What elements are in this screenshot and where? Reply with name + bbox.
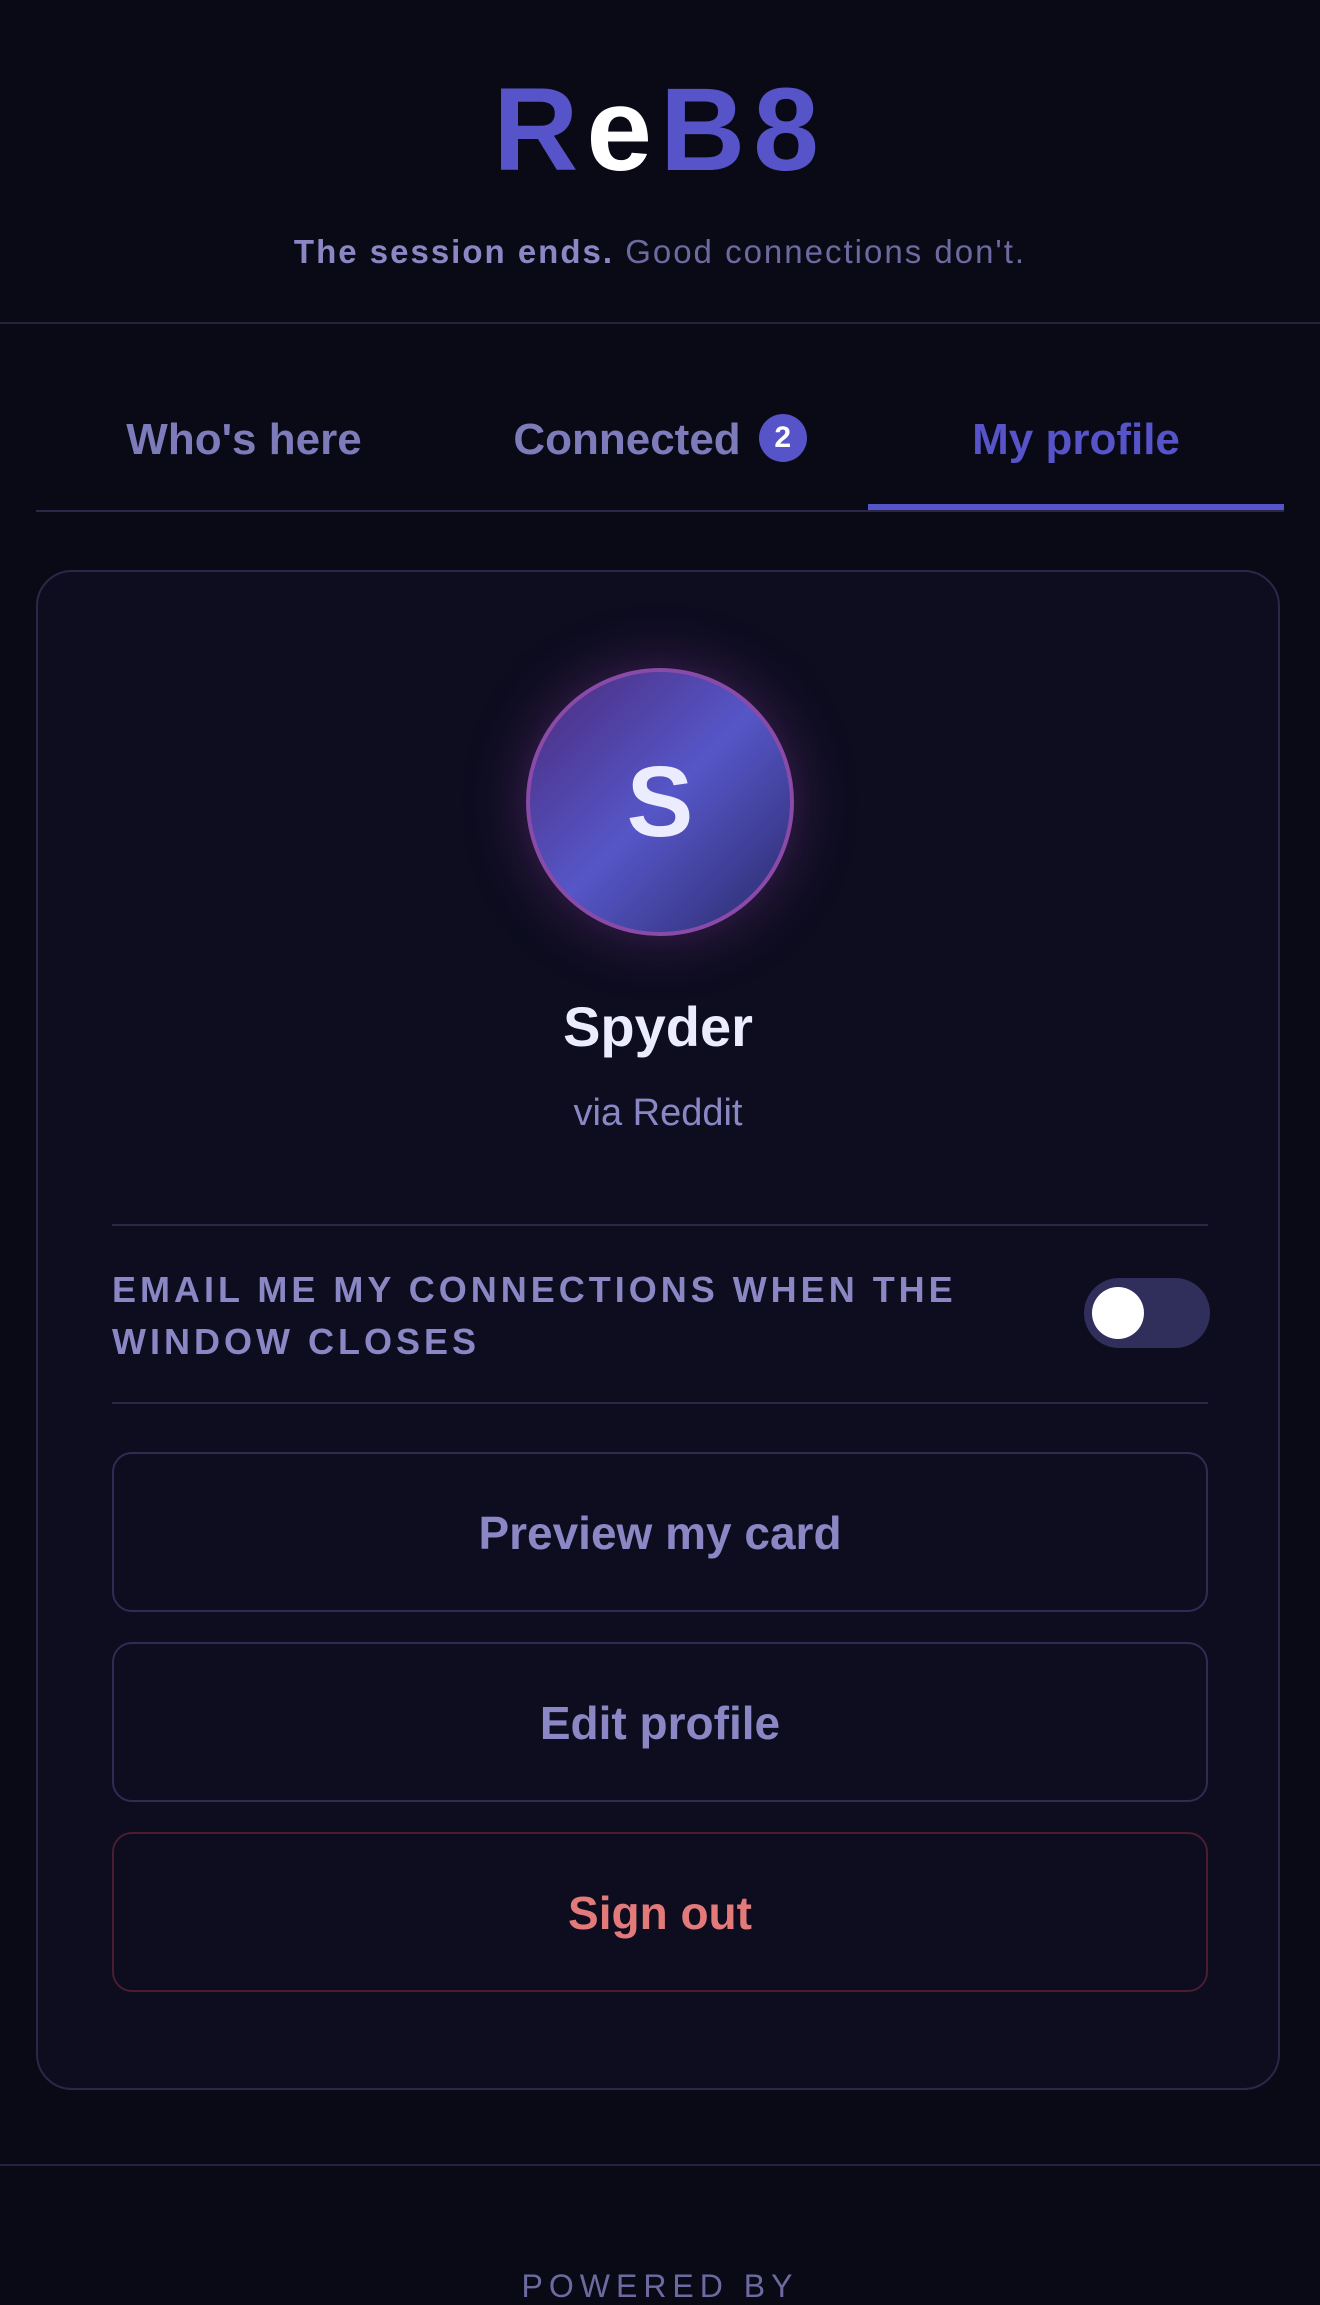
email-toggle-label: EMAIL ME MY CONNECTIONS WHEN THE WINDOW C… bbox=[112, 1264, 1012, 1368]
avatar-initial: S bbox=[626, 746, 694, 858]
toggle-knob bbox=[1092, 1287, 1144, 1339]
tab-connected-label: Connected bbox=[513, 415, 741, 464]
email-connections-toggle[interactable] bbox=[1084, 1278, 1210, 1348]
app-logo: ReB8 bbox=[0, 60, 1320, 200]
tab-connected[interactable]: Connected 2 bbox=[452, 380, 868, 510]
profile-card: S Spyder via Reddit EMAIL ME MY CONNECTI… bbox=[36, 570, 1280, 2090]
app-header: ReB8 The session ends. Good connections … bbox=[0, 0, 1320, 324]
avatar: S bbox=[526, 668, 794, 936]
logo-part-b8: B8 bbox=[660, 64, 827, 196]
preview-card-button[interactable]: Preview my card bbox=[112, 1452, 1208, 1612]
tab-whos-here[interactable]: Who's here bbox=[36, 380, 452, 510]
tab-bar: Who's here Connected 2 My profile bbox=[36, 380, 1284, 512]
email-toggle-label-line1: EMAIL ME MY CONNECTIONS WHEN THE bbox=[112, 1269, 957, 1310]
connected-count-badge: 2 bbox=[758, 414, 807, 463]
divider-bottom bbox=[112, 1402, 1208, 1404]
sign-out-button[interactable]: Sign out bbox=[112, 1832, 1208, 1992]
profile-name: Spyder bbox=[563, 995, 753, 1058]
logo-part-r: R bbox=[493, 64, 587, 196]
tagline: The session ends. Good connections don't… bbox=[0, 232, 1320, 272]
tagline-strong: The session ends. bbox=[293, 233, 615, 270]
edit-profile-button[interactable]: Edit profile bbox=[112, 1642, 1208, 1802]
profile-source: via Reddit bbox=[573, 1092, 743, 1134]
divider-top bbox=[112, 1224, 1208, 1226]
tab-whos-here-label: Who's here bbox=[126, 415, 362, 464]
powered-by-label: POWERED BY bbox=[521, 2268, 799, 2304]
email-toggle-label-line2: WINDOW CLOSES bbox=[112, 1321, 480, 1362]
tagline-rest: Good connections don't. bbox=[625, 233, 1027, 270]
tab-my-profile[interactable]: My profile bbox=[868, 380, 1284, 510]
footer-divider bbox=[0, 2164, 1320, 2166]
tab-my-profile-label: My profile bbox=[972, 415, 1180, 464]
logo-part-e: e bbox=[586, 64, 660, 196]
